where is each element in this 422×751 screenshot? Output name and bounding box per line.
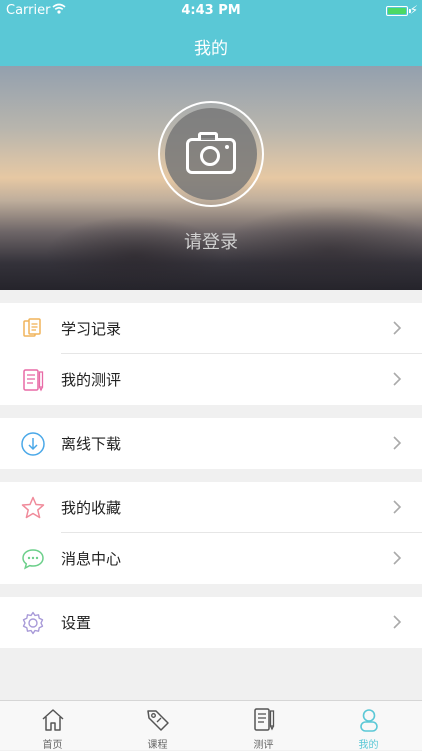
chevron-right-icon [393, 436, 402, 450]
chevron-right-icon [393, 500, 402, 514]
charging-icon: ⚡ [409, 3, 418, 17]
menu-label: 设置 [61, 614, 92, 632]
tab-label: 我的 [358, 740, 379, 751]
download-icon [21, 432, 45, 456]
menu-label: 消息中心 [61, 550, 122, 568]
assessment-icon [254, 708, 275, 731]
login-link[interactable]: 请登录 [0, 228, 422, 254]
status-bar: Carrier 4:43 PM ⚡ [0, 0, 422, 22]
chevron-right-icon [393, 321, 402, 335]
menu-item-my-assessment[interactable]: 我的测评 [0, 354, 422, 405]
home-icon [42, 709, 64, 731]
menu-label: 学习记录 [61, 320, 122, 338]
menu-label: 我的测评 [61, 371, 122, 389]
tab-mine[interactable]: 我的 [316, 701, 421, 751]
menu-item-my-favorites[interactable]: 我的收藏 [0, 482, 422, 533]
profile-header: 请登录 [0, 66, 422, 290]
my-assessment-icon [23, 369, 44, 392]
gear-icon [22, 611, 44, 635]
page-title: 我的 [194, 39, 228, 59]
menu-item-study-record[interactable]: 学习记录 [0, 303, 422, 354]
menu-item-settings[interactable]: 设置 [0, 597, 422, 648]
tab-courses[interactable]: 课程 [105, 701, 210, 751]
tab-home[interactable]: 首页 [0, 701, 105, 751]
top-bar: Carrier 4:43 PM ⚡ 我的 [0, 0, 422, 66]
person-icon [360, 709, 378, 732]
tab-label: 课程 [147, 740, 168, 751]
tab-label: 首页 [42, 740, 63, 751]
menu-group-download: 离线下载 [0, 418, 422, 469]
menu-group-settings: 设置 [0, 597, 422, 648]
study-record-icon [23, 318, 41, 337]
chevron-right-icon [393, 551, 402, 565]
avatar [165, 108, 257, 200]
avatar-button[interactable] [158, 101, 264, 207]
menu-label: 离线下载 [61, 435, 122, 453]
menu-item-message-center[interactable]: 消息中心 [0, 533, 422, 584]
camera-icon [186, 132, 236, 174]
menu-label: 我的收藏 [61, 499, 122, 517]
menu-item-offline-download[interactable]: 离线下载 [0, 418, 422, 469]
tab-bar: 首页 课程 测评 我的 [0, 700, 422, 751]
tab-assessment[interactable]: 测评 [211, 701, 316, 751]
message-icon [22, 549, 44, 570]
star-icon [21, 496, 45, 519]
menu-group-personal: 我的收藏 消息中心 [0, 482, 422, 584]
battery-icon [386, 6, 408, 16]
tag-icon [147, 710, 169, 731]
chevron-right-icon [393, 615, 402, 629]
menu-group-learning: 学习记录 我的测评 [0, 303, 422, 405]
tab-label: 测评 [253, 740, 274, 751]
status-time: 4:43 PM [181, 3, 241, 18]
chevron-right-icon [393, 372, 402, 386]
